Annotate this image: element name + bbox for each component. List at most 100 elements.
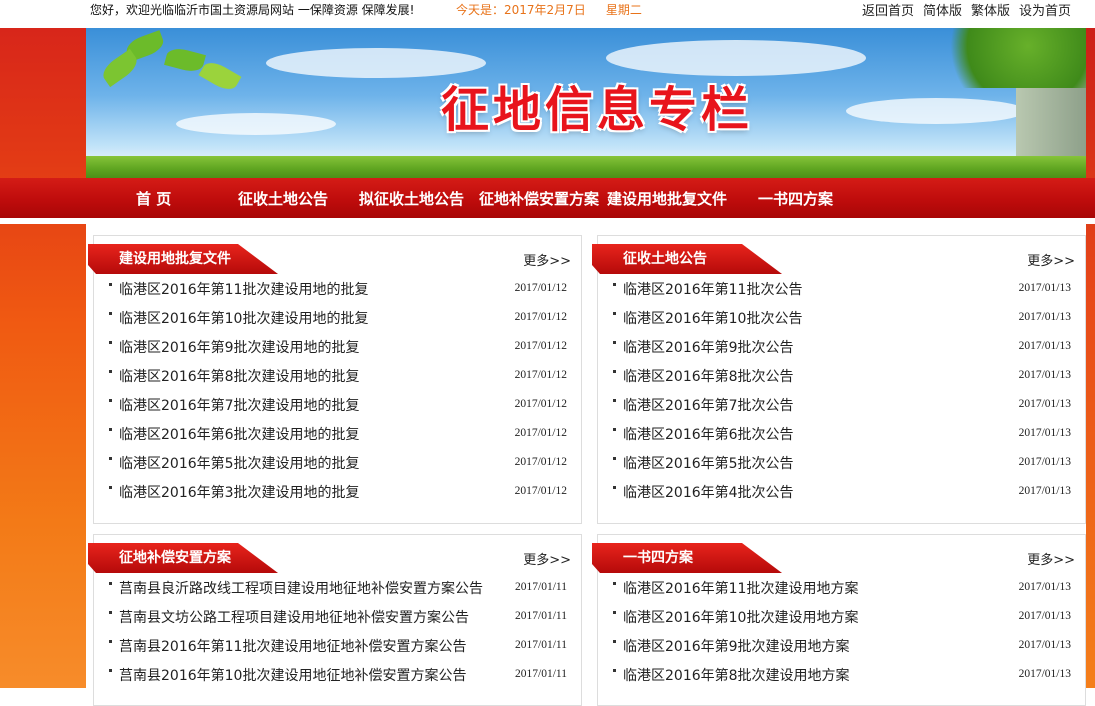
- list-item-date: 2017/01/13: [1018, 639, 1071, 651]
- bullet-icon: [613, 457, 616, 460]
- list-item-link[interactable]: 莒南县文坊公路工程项目建设用地征地补偿安置方案公告: [119, 607, 469, 627]
- bullet-icon: [109, 370, 112, 373]
- list-item-link[interactable]: 临港区2016年第10批次建设用地的批复: [119, 308, 368, 328]
- panel-one-book-four-plans: 一书四方案 更多>> 临港区2016年第11批次建设用地方案 2017/01/13 临港…: [592, 534, 1086, 706]
- list-item: 莒南县良沂路改线工程项目建设用地征地补偿安置方案公告 2017/01/11: [94, 573, 581, 602]
- list-item-link[interactable]: 临港区2016年第6批次公告: [623, 424, 794, 444]
- top-bar: 您好，欢迎光临临沂市国土资源局网站 一保障资源 保障发展! 今天是：2017年2…: [0, 0, 1095, 28]
- list-item: 临港区2016年第6批次建设用地的批复 2017/01/12: [94, 419, 581, 448]
- list-item-date: 2017/01/13: [1018, 581, 1071, 593]
- bullet-icon: [109, 669, 112, 672]
- simplified-link[interactable]: 简体版: [923, 4, 962, 19]
- list-item-date: 2017/01/13: [1018, 340, 1071, 352]
- list-item-link[interactable]: 临港区2016年第11批次公告: [623, 279, 802, 299]
- list-item: 莒南县文坊公路工程项目建设用地征地补偿安置方案公告 2017/01/11: [94, 602, 581, 631]
- list-item: 临港区2016年第11批次建设用地的批复 2017/01/12: [94, 274, 581, 303]
- leaf-decoration: [164, 45, 206, 75]
- panel-title: 征收土地公告: [623, 251, 707, 267]
- bullet-icon: [613, 341, 616, 344]
- left-frame: [0, 28, 86, 688]
- more-link[interactable]: 更多>>: [1027, 250, 1075, 269]
- bullet-icon: [109, 312, 112, 315]
- list-item-link[interactable]: 临港区2016年第9批次公告: [623, 337, 794, 357]
- bullet-icon: [613, 283, 616, 286]
- list-item-link[interactable]: 临港区2016年第3批次建设用地的批复: [119, 482, 360, 502]
- list-item-date: 2017/01/13: [1018, 456, 1071, 468]
- list-item-date: 2017/01/12: [514, 485, 567, 497]
- panel-title: 征地补偿安置方案: [119, 550, 231, 566]
- list-item-link[interactable]: 临港区2016年第6批次建设用地的批复: [119, 424, 360, 444]
- list-item: 临港区2016年第7批次建设用地的批复 2017/01/12: [94, 390, 581, 419]
- list-item-link[interactable]: 莒南县2016年第11批次建设用地征地补偿安置方案公告: [119, 636, 466, 656]
- list-item-date: 2017/01/13: [1018, 282, 1071, 294]
- list-item: 临港区2016年第9批次公告 2017/01/13: [598, 332, 1085, 361]
- leaf-decoration: [198, 57, 242, 95]
- list-item-date: 2017/01/13: [1018, 610, 1071, 622]
- banner-title: 征地信息专栏: [441, 82, 754, 138]
- bullet-icon: [613, 428, 616, 431]
- list-item-link[interactable]: 临港区2016年第11批次建设用地方案: [623, 578, 858, 598]
- list-item-date: 2017/01/12: [514, 369, 567, 381]
- list-item-date: 2017/01/12: [514, 340, 567, 352]
- list-item-date: 2017/01/13: [1018, 668, 1071, 680]
- set-homepage-link[interactable]: 设为首页: [1019, 4, 1071, 19]
- list-item: 临港区2016年第4批次公告 2017/01/13: [598, 477, 1085, 506]
- list-item-link[interactable]: 临港区2016年第5批次建设用地的批复: [119, 453, 360, 473]
- list-item-link[interactable]: 临港区2016年第8批次建设用地的批复: [119, 366, 360, 386]
- list-item: 临港区2016年第8批次建设用地的批复 2017/01/12: [94, 361, 581, 390]
- list-item-link[interactable]: 莒南县良沂路改线工程项目建设用地征地补偿安置方案公告: [119, 578, 483, 598]
- nav-proposed-expropriation-notice[interactable]: 拟征收土地公告: [359, 188, 464, 209]
- list-item-date: 2017/01/12: [514, 456, 567, 468]
- panel-header: 建设用地批复文件 更多>>: [88, 236, 581, 274]
- list-item-link[interactable]: 临港区2016年第9批次建设用地方案: [623, 636, 850, 656]
- list-item: 临港区2016年第5批次公告 2017/01/13: [598, 448, 1085, 477]
- list-item: 莒南县2016年第11批次建设用地征地补偿安置方案公告 2017/01/11: [94, 631, 581, 660]
- list-item-link[interactable]: 临港区2016年第5批次公告: [623, 453, 794, 473]
- list-item-link[interactable]: 临港区2016年第10批次建设用地方案: [623, 607, 858, 627]
- list-item-link[interactable]: 临港区2016年第7批次公告: [623, 395, 794, 415]
- more-link[interactable]: 更多>>: [523, 250, 571, 269]
- nav-home[interactable]: 首 页: [136, 188, 171, 209]
- nav-land-expropriation-notice[interactable]: 征收土地公告: [238, 188, 328, 209]
- right-frame: [1086, 28, 1095, 688]
- list-item-link[interactable]: 临港区2016年第7批次建设用地的批复: [119, 395, 360, 415]
- cloud: [846, 98, 1026, 124]
- list-item-date: 2017/01/13: [1018, 398, 1071, 410]
- more-link[interactable]: 更多>>: [523, 549, 571, 568]
- nav-approval-documents[interactable]: 建设用地批复文件: [607, 188, 727, 209]
- list-item-link[interactable]: 临港区2016年第11批次建设用地的批复: [119, 279, 368, 299]
- list-item-date: 2017/01/11: [515, 668, 567, 680]
- list-item-date: 2017/01/13: [1018, 427, 1071, 439]
- bullet-icon: [109, 640, 112, 643]
- bullet-icon: [613, 669, 616, 672]
- list-item-link[interactable]: 临港区2016年第4批次公告: [623, 482, 794, 502]
- list-item: 临港区2016年第6批次公告 2017/01/13: [598, 419, 1085, 448]
- traditional-link[interactable]: 繁体版: [971, 4, 1010, 19]
- bullet-icon: [109, 283, 112, 286]
- list-item-date: 2017/01/11: [515, 581, 567, 593]
- bullet-icon: [109, 399, 112, 402]
- panel-header: 征收土地公告 更多>>: [592, 236, 1085, 274]
- bullet-icon: [109, 611, 112, 614]
- list-item-link[interactable]: 莒南县2016年第10批次建设用地征地补偿安置方案公告: [119, 665, 466, 685]
- home-link[interactable]: 返回首页: [862, 4, 914, 19]
- list-item-link[interactable]: 临港区2016年第8批次公告: [623, 366, 794, 386]
- bullet-icon: [613, 486, 616, 489]
- bullet-icon: [613, 370, 616, 373]
- list-item-link[interactable]: 临港区2016年第9批次建设用地的批复: [119, 337, 360, 357]
- more-link[interactable]: 更多>>: [1027, 549, 1075, 568]
- main-nav: 首 页 征收土地公告 拟征收土地公告 征地补偿安置方案 建设用地批复文件 一书四…: [0, 178, 1095, 218]
- list-item: 临港区2016年第10批次建设用地的批复 2017/01/12: [94, 303, 581, 332]
- list-item-date: 2017/01/12: [514, 427, 567, 439]
- panel-header: 征地补偿安置方案 更多>>: [88, 535, 581, 573]
- list-item-date: 2017/01/12: [514, 282, 567, 294]
- panel-approval-documents: 建设用地批复文件 更多>> 临港区2016年第11批次建设用地的批复 2017/01/…: [88, 235, 582, 524]
- nav-one-book-four-plans[interactable]: 一书四方案: [758, 188, 833, 209]
- list-item-date: 2017/01/13: [1018, 311, 1071, 323]
- nav-compensation-plan[interactable]: 征地补偿安置方案: [479, 188, 599, 209]
- weekday: 星期二: [605, 3, 642, 17]
- grass-strip: [86, 156, 1086, 178]
- list-item-link[interactable]: 临港区2016年第8批次建设用地方案: [623, 665, 850, 685]
- bullet-icon: [613, 399, 616, 402]
- list-item-link[interactable]: 临港区2016年第10批次公告: [623, 308, 802, 328]
